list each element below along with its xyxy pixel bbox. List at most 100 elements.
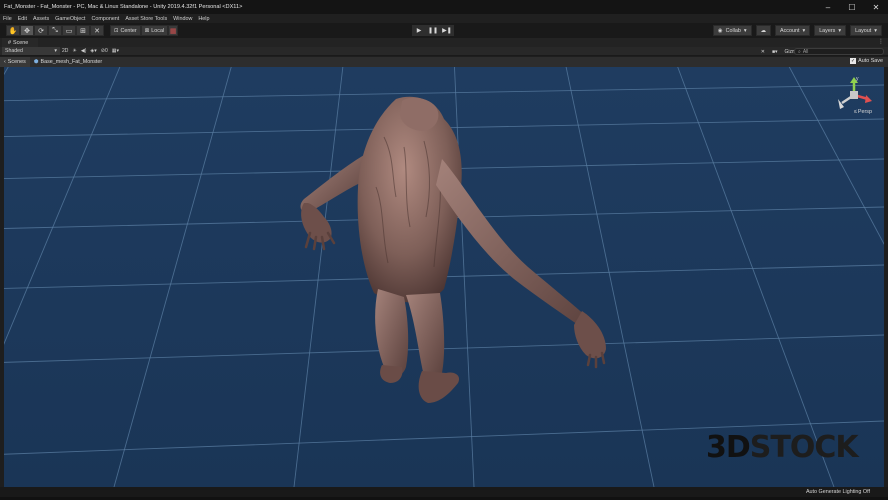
hand-tool-button[interactable]: ✋ [6,25,20,36]
pause-button[interactable]: ❚❚ [426,25,440,36]
menu-asset-store-tools[interactable]: Asset Store Tools [125,16,167,22]
status-lighting-text[interactable]: Auto Generate Lighting Off [806,489,870,495]
shading-mode-dropdown[interactable]: Shaded ▾ [2,47,60,55]
projection-label: Persp [857,109,872,115]
window-title: Fat_Monster - Fat_Monster - PC, Mac & Li… [4,4,243,10]
move-icon: ✥ [24,27,30,35]
chevron-down-icon: ▾ [802,27,806,34]
camera-dropdown[interactable]: ■▾ [770,48,780,56]
collab-icon: ◉ [717,27,723,34]
menu-window[interactable]: Window [173,16,192,22]
scene-icon: # [8,39,11,46]
tools-toggle[interactable]: ✕ [759,48,767,56]
menu-edit[interactable]: Edit [18,16,27,22]
snap-button[interactable]: ▦ [168,25,179,36]
gizmo-center[interactable] [850,91,858,99]
2d-toggle[interactable]: 2D [60,47,70,55]
pivot-icon: ⊡ [114,27,119,34]
play-icon: ▶ [416,28,422,34]
prefab-icon: ⬢ [33,59,39,65]
menu-bar: File Edit Assets GameObject Component As… [0,14,888,23]
grid-toggle[interactable]: ▦▾ [110,47,121,55]
account-dropdown[interactable]: Account ▾ [774,25,811,36]
window-titlebar: Fat_Monster - Fat_Monster - PC, Mac & Li… [0,0,888,14]
scale-icon: ⤡ [52,26,58,34]
layout-dropdown[interactable]: Layout ▾ [850,25,882,36]
watermark-text-a: 3D [706,430,751,465]
auto-save-label: Auto Save [858,58,883,64]
pivot-local-button[interactable]: ⊠ Local [140,25,169,36]
cloud-button[interactable]: ☁ [755,25,771,36]
lighting-toggle[interactable]: ☀ [70,47,78,55]
menu-component[interactable]: Component [91,16,119,22]
scene-search-input[interactable]: ⌕ All [794,48,884,55]
rotate-icon: ⟳ [38,27,44,35]
x-axis-cone[interactable] [865,95,872,103]
tools-icon: ✕ [760,48,765,55]
scene-canvas[interactable] [4,67,884,487]
menu-assets[interactable]: Assets [33,16,49,22]
menu-file[interactable]: File [3,16,12,22]
window-controls: – ☐ ✕ [816,0,888,14]
minimize-button[interactable]: – [816,0,840,14]
chevron-down-icon: ▾ [838,27,842,34]
effects-icon: ◈▾ [90,48,97,54]
move-tool-button[interactable]: ✥ [20,25,34,36]
chevron-down-icon: ▾ [54,48,57,54]
back-icon: ‹ [4,59,6,65]
transform-tools: ✋ ✥ ⟳ ⤡ ▭ ⊞ ✕ [6,25,104,36]
local-icon: ⊠ [144,27,150,34]
layers-dropdown[interactable]: Layers ▾ [814,25,847,36]
tab-scene-label: Scene [13,39,29,46]
auto-save-toggle[interactable]: ✓ Auto Save [850,58,883,64]
hand-icon: ✋ [8,27,18,35]
rect-tool-button[interactable]: ▭ [62,25,76,36]
shading-mode-label: Shaded [5,48,23,54]
y-axis-label: y [856,76,859,82]
play-button[interactable]: ▶ [412,25,426,36]
scale-tool-button[interactable]: ⤡ [48,25,62,36]
search-icon: ⌕ [798,48,801,55]
watermark-logo: 3DSTOCK [706,430,859,465]
step-button[interactable]: ▶❚ [440,25,454,36]
maximize-button[interactable]: ☐ [840,0,864,14]
chevron-down-icon: ▾ [743,27,747,34]
auto-save-checkbox[interactable]: ✓ [850,58,857,64]
collab-dropdown[interactable]: ◉ Collab ▾ [712,25,752,36]
search-placeholder: All [802,48,809,55]
scene-viewport[interactable] [4,67,884,487]
chevron-down-icon: ▾ [874,27,877,34]
menu-help[interactable]: Help [198,16,209,22]
breadcrumb-prefab-label: Base_mesh_Fat_Monster [40,59,103,65]
tab-menu-icon[interactable]: ⋮ [878,38,884,45]
main-toolbar: ✋ ✥ ⟳ ⤡ ▭ ⊞ ✕ ⊡ Center ⊠ Local ▦ ▶ ❚❚ ▶❚… [0,23,888,38]
tab-scene[interactable]: # Scene [2,38,39,47]
neg-axis-cone[interactable] [838,99,844,109]
breadcrumb: ‹ Scenes ⬢ Base_mesh_Fat_Monster ✓ Auto … [0,57,888,67]
projection-toggle[interactable]: ≤ Persp [854,109,872,115]
light-icon: ☀ [72,48,77,54]
speaker-icon: ◀) [80,48,87,54]
status-bar: Auto Generate Lighting Off [0,487,888,500]
scene-toolbar: Shaded ▾ 2D ☀ ◀) ◈▾ ⊘ 0 ▦▾ ✕ ■▾ Gizmos ▾… [0,47,888,56]
breadcrumb-scenes-label: Scenes [7,59,26,65]
camera-icon: ■▾ [772,48,778,55]
breadcrumb-scenes[interactable]: ‹ Scenes [0,57,30,67]
playback-controls: ▶ ❚❚ ▶❚ [412,25,454,36]
menu-gameobject[interactable]: GameObject [55,16,85,22]
breadcrumb-prefab[interactable]: ⬢ Base_mesh_Fat_Monster [30,57,106,67]
hidden-objects-toggle[interactable]: ⊘ 0 [99,47,110,55]
rotate-tool-button[interactable]: ⟳ [34,25,48,36]
pivot-center-button[interactable]: ⊡ Center [110,25,141,36]
toolbar-right: ◉ Collab ▾ ☁ Account ▾ Layers ▾ Layout ▾ [712,25,882,36]
transform-tool-button[interactable]: ⊞ [76,25,90,36]
audio-toggle[interactable]: ◀) [79,47,89,55]
pause-icon: ❚❚ [427,28,439,34]
close-button[interactable]: ✕ [864,0,888,14]
pivot-local-label: Local [151,27,165,34]
layout-label: Layout [855,27,872,34]
hidden-count: 0 [104,48,108,54]
collab-label: Collab [725,27,741,34]
custom-tool-button[interactable]: ✕ [90,25,104,36]
effects-dropdown[interactable]: ◈▾ [88,47,98,55]
